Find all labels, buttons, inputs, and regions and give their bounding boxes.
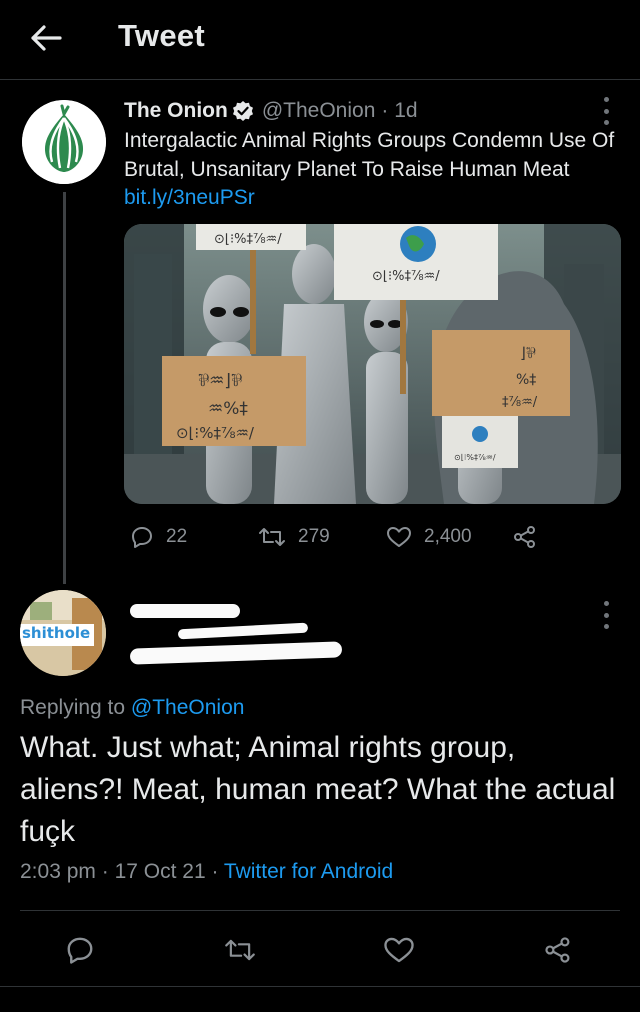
reply-source[interactable]: Twitter for Android [224, 860, 393, 883]
alien-protest-illustration: ⊙⌊⁝%‡⅞♒/ ⊙⌊⁝%‡⅞♒/ ⅌♒⌋⅌ ♒%‡ ⊙⌊⁝%‡⅞♒/ ⌋⅌ %… [124, 224, 621, 504]
share-icon[interactable] [538, 930, 578, 970]
avatar-text: shithole [22, 624, 91, 642]
share-action[interactable] [512, 520, 550, 554]
more-options-icon[interactable] [596, 598, 616, 632]
svg-text:⊙⌊⁝%‡⅞♒/: ⊙⌊⁝%‡⅞♒/ [372, 269, 440, 284]
redacted-name [130, 604, 240, 618]
retweet-count: 279 [298, 526, 330, 547]
svg-text:⊙⌊⁝%‡⅞♒/: ⊙⌊⁝%‡⅞♒/ [176, 424, 255, 442]
svg-text:⊙⌊⁝%‡⅞♒/: ⊙⌊⁝%‡⅞♒/ [214, 232, 282, 247]
retweet-icon [259, 528, 285, 546]
like-action[interactable]: 2,400 [386, 520, 472, 554]
like-count: 2,400 [424, 526, 472, 547]
top-bar: Tweet [0, 0, 640, 80]
divider [0, 986, 640, 987]
reply-date: 17 Oct 21 [114, 860, 206, 883]
tweet-text: Intergalactic Animal Rights Groups Conde… [124, 129, 615, 181]
svg-text:%‡: %‡ [516, 372, 536, 388]
reply-time: 2:03 pm [20, 860, 96, 883]
redacted-handle [129, 641, 343, 665]
comment-icon [132, 527, 152, 548]
back-arrow-icon[interactable] [26, 18, 66, 58]
replying-to-mention[interactable]: @TheOnion [131, 696, 245, 719]
verified-badge-icon [232, 100, 254, 122]
retweet-action[interactable]: 279 [258, 520, 330, 554]
reply-author-avatar[interactable]: shithole [20, 590, 106, 676]
svg-text:⊙⌊⁝%‡⅞♒/: ⊙⌊⁝%‡⅞♒/ [454, 453, 496, 462]
svg-text:⌋⅌: ⌋⅌ [520, 344, 536, 362]
thread-connector-line [63, 192, 66, 584]
onion-logo-icon [22, 100, 106, 184]
tweet-link[interactable]: bit.ly/3neuPSr [124, 186, 255, 210]
page-title: Tweet [118, 18, 206, 53]
author-name[interactable]: The Onion [124, 99, 228, 123]
replying-to: Replying to @TheOnion [20, 696, 245, 719]
svg-text:‡⅞♒/: ‡⅞♒/ [502, 395, 538, 410]
more-options-icon[interactable] [596, 94, 616, 128]
author-handle[interactable]: @TheOnion [262, 99, 376, 123]
reply-text: What. Just what; Animal rights group, al… [20, 731, 616, 848]
reply-action[interactable]: 22 [130, 520, 187, 554]
divider [20, 910, 620, 911]
tweet-actions: 22 279 2,400 [124, 520, 544, 554]
reply-count: 22 [166, 526, 188, 547]
tweet-header: The Onion @TheOnion · 1d [124, 96, 418, 126]
share-icon [514, 526, 535, 548]
heart-icon[interactable] [379, 930, 419, 970]
svg-text:♒%‡: ♒%‡ [208, 399, 248, 419]
reply-actions [0, 924, 640, 974]
tweet-image[interactable]: ⊙⌊⁝%‡⅞♒/ ⊙⌊⁝%‡⅞♒/ ⅌♒⌋⅌ ♒%‡ ⊙⌊⁝%‡⅞♒/ ⌋⅌ %… [124, 224, 621, 504]
heart-icon [387, 527, 411, 547]
comment-icon[interactable] [60, 930, 100, 970]
redacted-mark [177, 622, 309, 640]
tweet-age: · 1d [381, 99, 418, 122]
retweet-icon[interactable] [220, 930, 260, 970]
reply-meta: 2:03 pm · 17 Oct 21 · Twitter for Androi… [20, 860, 394, 883]
svg-text:⅌♒⌋⅌: ⅌♒⌋⅌ [198, 371, 242, 391]
onion-avatar[interactable] [22, 100, 106, 184]
